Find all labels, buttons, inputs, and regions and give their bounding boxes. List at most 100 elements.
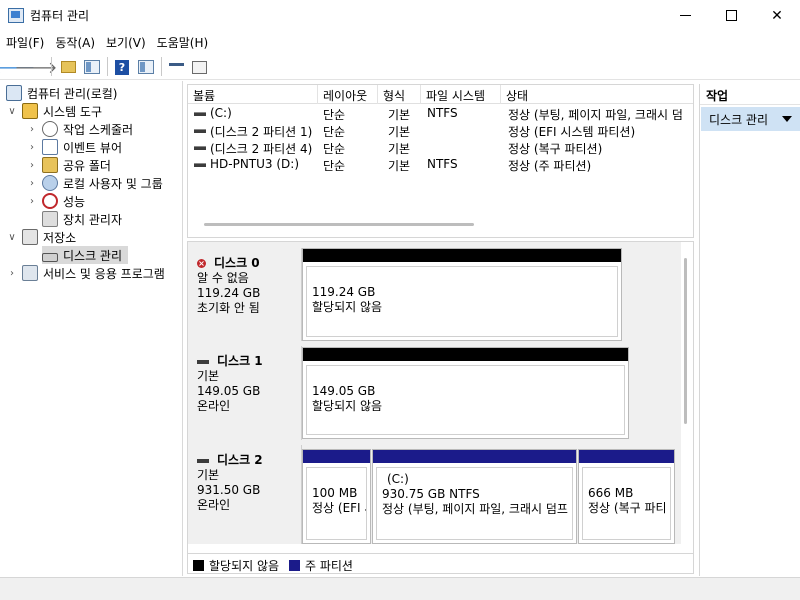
tree-label: 서비스 및 응용 프로그램 — [43, 266, 165, 281]
tree-label: 시스템 도구 — [43, 104, 103, 119]
volume-fs: NTFS — [427, 106, 458, 120]
window-title: 컴퓨터 관리 — [30, 9, 90, 23]
tree-label: 작업 스케줄러 — [63, 122, 134, 137]
volume-status: 정상 (EFI 시스템 파티션) — [508, 125, 636, 139]
disk-area: × 디스크 0 알 수 없음 119.24 GB 초기화 안 됨 119.24 G… — [188, 242, 681, 544]
volume-type: 기본 — [388, 125, 411, 139]
action-pane-icon[interactable] — [137, 58, 155, 76]
console-tree: 컴퓨터 관리(로컬) ∨ 시스템 도구 › 작업 스케줄러 › 이벤트 뷰어 ›… — [0, 81, 183, 576]
menu-help[interactable]: 도움말(H) — [151, 31, 214, 53]
table-row[interactable]: HD-PNTU3 (D:) 단순 기본 NTFS 정상 (주 파티션) — [188, 156, 693, 173]
menu-action[interactable]: 동작(A) — [49, 31, 100, 53]
toolbar-separator — [161, 57, 162, 76]
status-bar — [0, 577, 800, 600]
partition-bar — [579, 450, 674, 463]
tree-label: 디스크 관리 — [63, 248, 123, 263]
console-tree-icon[interactable] — [83, 58, 101, 76]
column-type[interactable]: 형식 — [378, 85, 421, 104]
disk-name: 디스크 1 — [217, 354, 263, 368]
tree-root[interactable]: 컴퓨터 관리(로컬) — [6, 84, 117, 102]
partition-status: 할당되지 않음 — [312, 300, 383, 314]
disk-type: 기본 — [197, 468, 220, 482]
menu-bar: 파일(F) 동작(A) 보기(V) 도움말(H) — [0, 31, 800, 53]
help-icon[interactable]: ? — [113, 58, 131, 76]
partition-size: 930.75 GB NTFS — [382, 487, 480, 501]
partition-size: 100 MB — [312, 486, 358, 500]
table-row[interactable]: (디스크 2 파티션 4) 단순 기본 정상 (복구 파티션) — [188, 139, 693, 156]
tree-label: 저장소 — [43, 230, 77, 245]
disk-icon — [197, 359, 209, 364]
chevron-down-icon[interactable]: ∨ — [6, 106, 18, 117]
volume-status: 정상 (복구 파티션) — [508, 142, 603, 156]
tree-item-local-users[interactable]: › 로컬 사용자 및 그룹 — [26, 174, 163, 192]
disk-0-label[interactable]: × 디스크 0 알 수 없음 119.24 GB 초기화 안 됨 — [188, 248, 302, 341]
partition-unallocated[interactable]: 119.24 GB 할당되지 않음 — [302, 248, 622, 341]
close-icon: ✕ — [771, 7, 783, 24]
volume-name: (디스크 2 파티션 1) — [210, 125, 313, 139]
tree-label: 공유 폴더 — [63, 158, 111, 173]
chevron-right-icon[interactable]: › — [6, 268, 18, 279]
table-row[interactable]: (C:) 단순 기본 NTFS 정상 (부팅, 페이지 파일, 크래시 덤 — [188, 105, 693, 122]
volume-name: (C:) — [210, 106, 232, 120]
volume-type: 기본 — [388, 159, 411, 173]
menu-view[interactable]: 보기(V) — [100, 31, 151, 53]
volume-layout: 단순 — [323, 159, 346, 173]
up-folder-icon[interactable] — [59, 58, 77, 76]
tree-item-performance[interactable]: › 성능 — [26, 192, 85, 210]
volume-list-header: 볼륨 레이아웃 형식 파일 시스템 상태 — [188, 85, 693, 104]
partition-unallocated[interactable]: 149.05 GB 할당되지 않음 — [302, 347, 629, 439]
tree-item-system-tools[interactable]: ∨ 시스템 도구 — [6, 102, 102, 120]
partition-recovery[interactable]: 666 MB 정상 (복구 파티 — [578, 449, 675, 544]
event-viewer-icon — [42, 139, 58, 155]
close-button[interactable]: ✕ — [754, 0, 800, 31]
vertical-scrollbar[interactable] — [684, 258, 687, 424]
tree-label: 이벤트 뷰어 — [63, 140, 123, 155]
disk-2-label[interactable]: 디스크 2 기본 931.50 GB 온라인 — [188, 445, 302, 544]
chevron-down-icon[interactable]: ∨ — [6, 232, 18, 243]
column-layout[interactable]: 레이아웃 — [318, 85, 378, 104]
partition-efi[interactable]: 100 MB 정상 (EFI 시 — [302, 449, 371, 544]
partition-bar — [303, 450, 370, 463]
connect-icon[interactable] — [167, 58, 185, 76]
disk-1-label[interactable]: 디스크 1 기본 149.05 GB 온라인 — [188, 346, 302, 440]
forward-arrow-icon[interactable]: 🡒 — [15, 58, 58, 77]
tree-item-shared-folders[interactable]: › 공유 폴더 — [26, 156, 111, 174]
table-row[interactable]: (디스크 2 파티션 1) 단순 기본 정상 (EFI 시스템 파티션) — [188, 122, 693, 139]
disk-size: 119.24 GB — [197, 286, 261, 300]
chevron-right-icon[interactable]: › — [26, 178, 38, 189]
partition-c-drive[interactable]: (C:) 930.75 GB NTFS 정상 (부팅, 페이지 파일, 크래시 … — [372, 449, 577, 544]
actions-item-label: 디스크 관리 — [709, 113, 769, 127]
chevron-right-icon[interactable]: › — [26, 196, 38, 207]
disk-type: 기본 — [197, 369, 220, 383]
chevron-right-icon[interactable]: › — [26, 142, 38, 153]
horizontal-scrollbar[interactable] — [204, 223, 474, 226]
tree-item-services[interactable]: › 서비스 및 응용 프로그램 — [6, 264, 165, 282]
legend-label: 할당되지 않음 — [209, 559, 280, 573]
tree-item-task-scheduler[interactable]: › 작업 스케줄러 — [26, 120, 133, 138]
partition-bar — [303, 348, 628, 361]
disk-icon — [42, 252, 58, 262]
column-filesystem[interactable]: 파일 시스템 — [421, 85, 501, 104]
properties-icon[interactable] — [190, 58, 208, 76]
minimize-button[interactable] — [662, 0, 708, 31]
tree-item-disk-management[interactable]: 디스크 관리 — [42, 246, 129, 264]
legend-primary: 주 파티션 — [289, 557, 353, 573]
tree-item-event-viewer[interactable]: › 이벤트 뷰어 — [26, 138, 122, 156]
volume-name: (디스크 2 파티션 4) — [210, 142, 313, 156]
menu-file[interactable]: 파일(F) — [0, 31, 49, 53]
tree-item-device-manager[interactable]: 장치 관리자 — [42, 210, 122, 228]
tree-label: 성능 — [63, 194, 86, 209]
tree-item-storage[interactable]: ∨ 저장소 — [6, 228, 76, 246]
column-volume[interactable]: 볼륨 — [188, 85, 318, 104]
chevron-right-icon[interactable]: › — [26, 124, 38, 135]
partition-legend: 할당되지 않음 주 파티션 — [188, 553, 693, 573]
actions-disk-management[interactable]: 디스크 관리 — [701, 107, 800, 131]
disk-name: 디스크 0 — [214, 256, 260, 270]
maximize-button[interactable] — [708, 0, 754, 31]
chevron-right-icon[interactable]: › — [26, 160, 38, 171]
volume-icon — [194, 163, 206, 167]
partition-status: 정상 (EFI 시 — [312, 501, 366, 515]
device-manager-icon — [42, 211, 58, 227]
column-status[interactable]: 상태 — [501, 85, 693, 104]
volume-fs: NTFS — [427, 157, 458, 171]
